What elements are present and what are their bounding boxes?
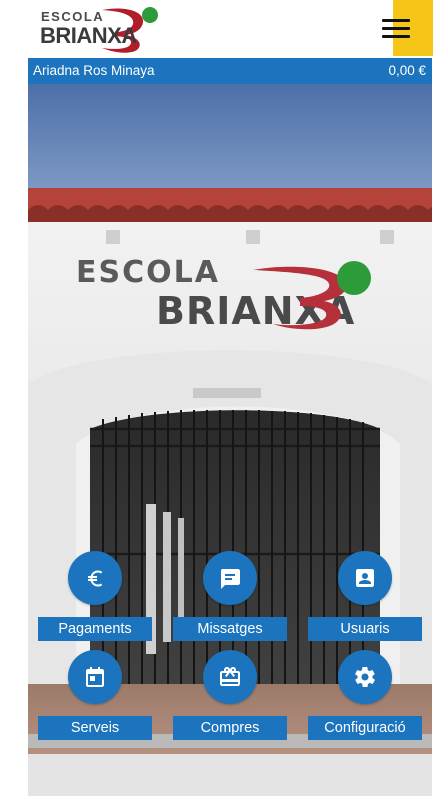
configuracio-label[interactable]: Configuració: [308, 716, 422, 740]
compres-button[interactable]: [203, 650, 257, 704]
gift-card-icon: [220, 667, 240, 686]
escola-brianxa-logo: ESCOLA BRIANXA: [40, 4, 162, 54]
menu-button[interactable]: [382, 0, 433, 56]
compres-label[interactable]: Compres: [173, 716, 287, 740]
sign-text-escola: ESCOLA: [76, 255, 220, 290]
logo-text-escola: ESCOLA: [41, 9, 105, 24]
hamburger-menu-icon-bar: [382, 27, 410, 30]
user-card-icon: [356, 569, 374, 587]
hamburger-menu-icon: [382, 19, 410, 22]
user-bar: Ariadna Ros Minaya 0,00 €: [28, 58, 432, 84]
app-header: ESCOLA BRIANXA: [0, 0, 448, 56]
missatges-button[interactable]: [203, 551, 257, 605]
pagaments-button[interactable]: [68, 551, 122, 605]
logo-text-brianxa: BRIANXA: [40, 23, 137, 48]
pagaments-label[interactable]: Pagaments: [38, 617, 152, 641]
message-icon: [221, 569, 240, 589]
hamburger-menu-icon-bar: [382, 35, 410, 38]
usuaris-label[interactable]: Usuaris: [308, 617, 422, 641]
usuaris-button[interactable]: [338, 551, 392, 605]
account-balance: 0,00 €: [388, 63, 426, 78]
calendar-icon: [86, 667, 104, 687]
serveis-label[interactable]: Serveis: [38, 716, 152, 740]
gear-icon: [355, 667, 375, 687]
configuracio-button[interactable]: [338, 650, 392, 704]
missatges-label[interactable]: Missatges: [173, 617, 287, 641]
user-name: Ariadna Ros Minaya: [33, 63, 155, 78]
serveis-button[interactable]: [68, 650, 122, 704]
euro-icon: [88, 570, 103, 587]
school-entrance-photo: ESCOLA BRIANXA Pagaments Missatges Usuar…: [28, 84, 432, 796]
